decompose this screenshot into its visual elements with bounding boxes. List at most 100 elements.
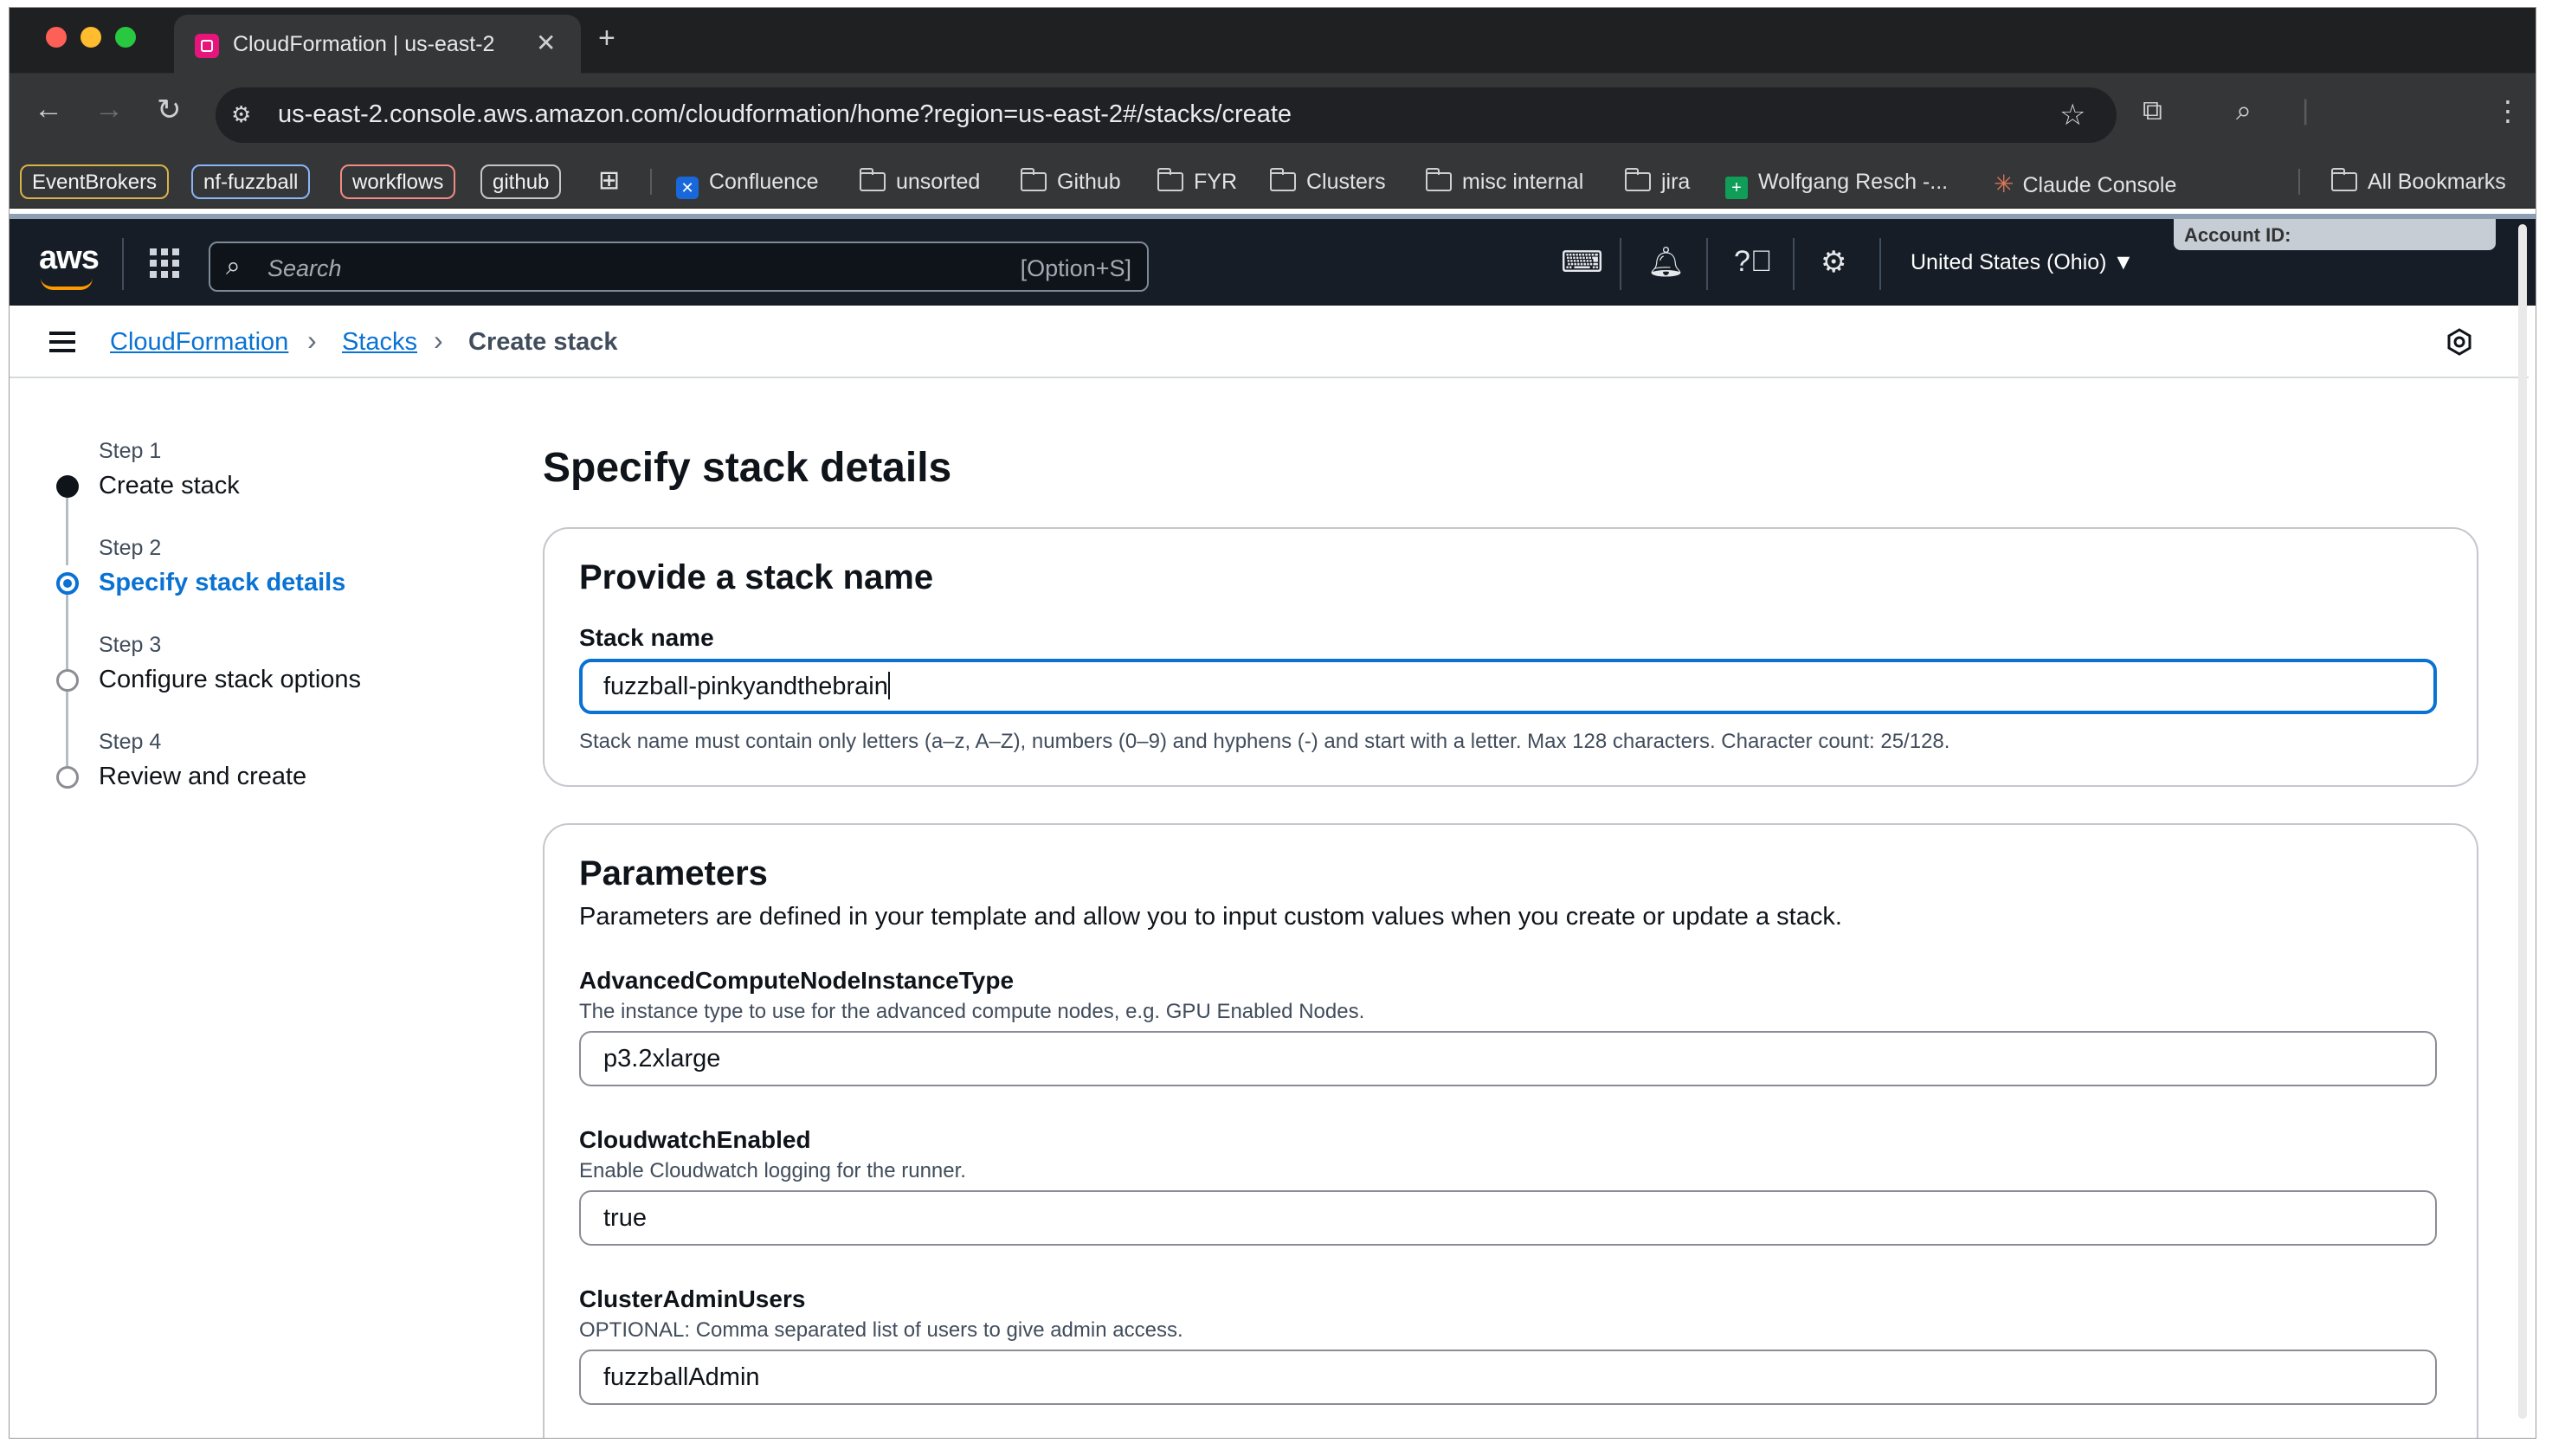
aws-logo-smile: [41, 278, 93, 290]
parameters-container: Parameters Parameters are defined in you…: [543, 823, 2478, 1438]
stack-name-container: Provide a stack name Stack name fuzzball…: [543, 527, 2478, 787]
stack-name-section-title: Provide a stack name: [579, 558, 934, 596]
back-icon[interactable]: ←: [34, 93, 63, 126]
param-name: AdvancedComputeNodeInstanceType: [579, 967, 1015, 994]
bookmark-divider: [2298, 169, 2300, 195]
forward-icon[interactable]: →: [94, 93, 124, 126]
bookmark-all-bookmarks[interactable]: All Bookmarks: [2331, 168, 2506, 195]
cloudwatch-enabled-input[interactable]: true: [579, 1190, 2437, 1246]
close-window-icon[interactable]: [46, 27, 67, 48]
step-1-label: Step 1: [99, 439, 162, 463]
folder-icon: [1426, 168, 1452, 191]
cloudformation-favicon-icon: [195, 34, 219, 58]
account-id-label: Account ID:: [2184, 224, 2291, 246]
bookmark-misc-label: misc internal: [1462, 170, 1584, 194]
browser-tab[interactable]: CloudFormation | us-east-2 ✕: [174, 15, 581, 74]
sheets-icon: +: [1725, 177, 1748, 199]
browser-menu-icon[interactable]: ⋮: [2494, 94, 2522, 127]
param-description: OPTIONAL: Comma separated list of users …: [579, 1318, 1183, 1342]
aws-logo[interactable]: aws: [39, 240, 100, 277]
step-connector: [66, 692, 68, 766]
bookmark-jira-label: jira: [1661, 170, 1691, 194]
bookmark-claude-console[interactable]: ✳ Claude Console: [1994, 170, 2176, 198]
browser-window: CloudFormation | us-east-2 ✕ + ← → ↻ ⚙ u…: [9, 7, 2536, 1439]
site-settings-icon[interactable]: ⚙: [231, 101, 251, 128]
tab-strip: CloudFormation | us-east-2 ✕ +: [10, 8, 2536, 74]
text-caret: [887, 672, 890, 699]
stack-name-value: fuzzball-pinkyandthebrain: [603, 673, 888, 700]
bookmark-github[interactable]: github: [480, 164, 562, 199]
folder-icon: [1625, 168, 1651, 191]
bookmark-clusters[interactable]: Clusters: [1270, 168, 1386, 195]
step-3-pending-icon: [56, 669, 79, 692]
bookmark-unsorted-label: unsorted: [896, 170, 981, 194]
search-placeholder: Search: [267, 255, 342, 281]
bookmark-confluence[interactable]: ✕ Confluence: [676, 170, 818, 199]
nav-divider: [1793, 238, 1795, 290]
breadcrumb-cloudformation[interactable]: CloudFormation: [110, 328, 288, 357]
address-bar[interactable]: ⚙ us-east-2.console.aws.amazon.com/cloud…: [216, 87, 2117, 143]
cloudshell-icon[interactable]: ⌨: [1561, 245, 1603, 280]
chevron-right-icon: ›: [307, 325, 317, 356]
step-1-title[interactable]: Create stack: [99, 472, 240, 500]
bookmark-eventbrokers[interactable]: EventBrokers: [20, 164, 170, 199]
maximize-window-icon[interactable]: [115, 27, 136, 48]
bookmark-fyr-label: FYR: [1194, 170, 1237, 194]
toolbar-divider: |: [2302, 94, 2310, 126]
breadcrumb-current: Create stack: [468, 328, 618, 356]
tab-close-icon[interactable]: ✕: [536, 29, 556, 57]
cluster-admin-users-input[interactable]: fuzzballAdmin: [579, 1350, 2437, 1405]
tab-title: CloudFormation | us-east-2: [233, 32, 495, 56]
param-description: Enable Cloudwatch logging for the runner…: [579, 1159, 966, 1182]
step-connector: [66, 595, 68, 669]
bookmark-workflows[interactable]: workflows: [340, 164, 456, 199]
param-name: ClusterAdminUsers: [579, 1285, 806, 1312]
help-icon[interactable]: ?⃝: [1734, 245, 1772, 279]
breadcrumb-stacks[interactable]: Stacks: [342, 328, 417, 357]
account-id-badge[interactable]: Account ID:: [2174, 219, 2496, 250]
bookmark-all-label: All Bookmarks: [2368, 170, 2506, 194]
nav-divider: [122, 238, 124, 290]
bookmark-wolfgang[interactable]: + Wolfgang Resch -...: [1725, 170, 1948, 199]
param-name: CloudwatchEnabled: [579, 1126, 811, 1153]
bookmark-fyr[interactable]: FYR: [1157, 168, 1237, 195]
apps-grid-icon[interactable]: ⊞: [598, 165, 620, 196]
bookmark-confluence-label: Confluence: [709, 170, 819, 194]
page-title: Specify stack details: [543, 445, 952, 491]
bookmark-nf-fuzzball[interactable]: nf-fuzzball: [191, 164, 311, 199]
tools-panel-icon[interactable]: [2446, 328, 2473, 356]
region-selector[interactable]: United States (Ohio) ▼: [1911, 250, 2134, 275]
bookmark-github-folder[interactable]: Github: [1021, 168, 1121, 195]
param-value: true: [603, 1204, 647, 1232]
chevron-right-icon: ›: [434, 325, 443, 356]
stack-name-label: Stack name: [579, 624, 714, 651]
bookmark-misc-internal[interactable]: misc internal: [1426, 168, 1584, 195]
bookmark-claude-label: Claude Console: [2022, 173, 2177, 197]
step-4-label: Step 4: [99, 730, 162, 754]
minimize-window-icon[interactable]: [81, 27, 101, 48]
bookmark-unsorted[interactable]: unsorted: [860, 168, 981, 195]
step-4-pending-icon: [56, 766, 79, 789]
settings-gear-icon[interactable]: ⚙: [1821, 245, 1846, 280]
folder-icon: [860, 168, 886, 191]
page-scrollbar[interactable]: [2518, 224, 2527, 1419]
folder-icon: [1270, 168, 1296, 191]
reload-icon[interactable]: ↻: [157, 93, 182, 127]
notifications-bell-icon[interactable]: 🔔︎: [1647, 245, 1685, 280]
search-tabs-icon[interactable]: ⌕: [2236, 94, 2252, 127]
extensions-icon[interactable]: ⧉: [2143, 94, 2162, 127]
aws-search-input[interactable]: ⌕ Search [Option+S]: [209, 242, 1149, 292]
bookmark-jira[interactable]: jira: [1625, 168, 1691, 195]
stack-name-input[interactable]: fuzzball-pinkyandthebrain: [579, 659, 2437, 714]
search-icon: ⌕: [226, 252, 241, 280]
hamburger-menu-icon[interactable]: [49, 332, 75, 352]
nav-divider: [1620, 238, 1621, 290]
advanced-compute-node-instance-type-input[interactable]: p3.2xlarge: [579, 1031, 2437, 1086]
new-tab-icon[interactable]: +: [598, 22, 615, 55]
step-2-title: Specify stack details: [99, 569, 346, 596]
parameters-section-title: Parameters: [579, 854, 768, 892]
services-grid-icon[interactable]: [150, 248, 179, 278]
region-label: United States (Ohio): [1911, 250, 2107, 274]
bookmark-star-icon[interactable]: ☆: [2059, 98, 2085, 132]
url-text: us-east-2.console.aws.amazon.com/cloudfo…: [278, 100, 1292, 128]
